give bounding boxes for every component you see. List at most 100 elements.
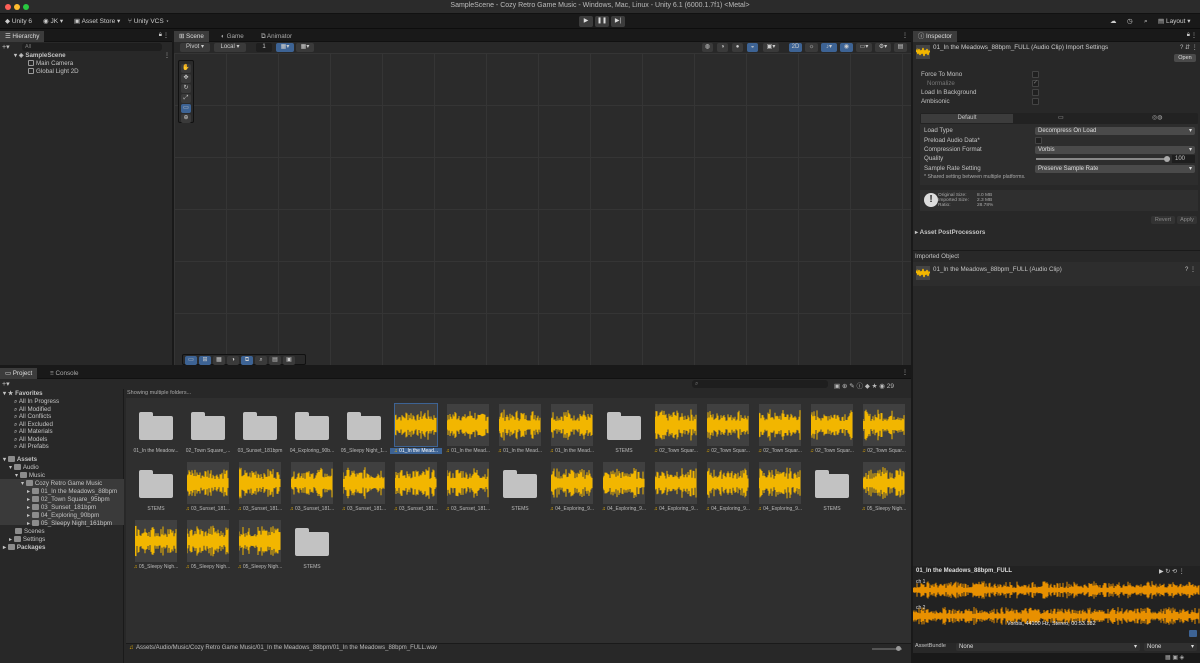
postprocessors-foldout[interactable]: ▸ Asset PostProcessors [915,228,985,237]
move-tool-icon[interactable]: ✥ [181,74,191,83]
overlay-tool-7-icon[interactable]: ▤ [269,356,281,365]
search-icon[interactable]: ⌕ [1144,16,1148,27]
folder-asset[interactable]: STEMS [600,404,648,462]
scene-root[interactable]: ▾ ◈ SampleScene [14,52,66,60]
add-asset-icon[interactable]: +▾ [2,380,10,388]
favorites-header[interactable]: ▾ ★ Favorites [3,390,43,398]
overlay-tool-2-icon[interactable]: ⊞ [199,356,211,365]
overlay-tool-3-icon[interactable]: ▦ [213,356,225,365]
compression-dropdown[interactable]: Vorbis ▾ [1035,146,1195,154]
scene-menu-icon[interactable]: ⋮ [164,52,170,59]
rotate-tool-icon[interactable]: ↻ [181,84,191,93]
overlay-tool-1-icon[interactable]: ▭ [185,356,197,365]
play-button[interactable]: ▶ [579,16,593,27]
sample-rate-dropdown[interactable]: Preserve Sample Rate ▾ [1035,165,1195,173]
wireframe-icon[interactable]: ◒ [747,43,758,52]
folder-asset[interactable]: 04_Exploring_90b... [288,404,336,462]
info-icon[interactable]: ⓘ [857,383,864,390]
audio-clip-asset[interactable]: ♫ 02_Town Squar... [756,404,804,462]
more-icon[interactable]: ⋮ [902,369,908,376]
open-button[interactable]: Open [1174,54,1196,62]
scene-viewport[interactable] [174,53,911,365]
audio-clip-asset[interactable]: ♫ 01_In the Mead... [496,404,544,462]
layout-button[interactable]: ▤ Layout ▾ [1158,16,1191,27]
lighting-icon[interactable]: ☼ [805,43,818,52]
preload-checkbox[interactable] [1035,137,1042,144]
tab-game[interactable]: ◐ Game [216,31,249,42]
autoplay-icon[interactable]: ⟲ [1172,569,1177,575]
assets-header[interactable]: ▾ Assets [3,456,37,464]
overlay-tool-5-icon[interactable]: ⧉ [241,356,253,365]
audio-clip-asset[interactable]: ♫ 05_Sleepy Nigh... [236,520,284,578]
normalize-checkbox[interactable]: ✓ [1032,80,1039,87]
audio-clip-asset[interactable]: ♫ 01_In the Mead... [444,404,492,462]
play-icon[interactable]: ▶ [1159,569,1164,575]
effects-icon[interactable]: ▤ [894,43,907,52]
audio-clip-asset[interactable]: ♫ 03_Sunset_181... [340,462,388,520]
assetbundle-dropdown[interactable]: None ▾ [956,643,1140,651]
tree-item-cozy[interactable]: ▾ Cozy Retro Game Music [21,480,102,488]
filter-label-icon[interactable]: ⊕ [842,383,847,390]
tree-item-scenes[interactable]: Scenes [15,528,45,536]
audio-clip-asset[interactable]: ♫ 01_In the Mead... [390,403,442,462]
grid-toggle-button[interactable]: ▦▾ [296,43,314,52]
ambisonic-checkbox[interactable] [1032,98,1039,105]
audio-clip-asset[interactable]: ♫ 03_Sunset_181... [236,462,284,520]
tree-item-sunset[interactable]: ▸ 03_Sunset_181bpm [27,504,96,512]
audio-clip-asset[interactable]: ♫ 04_Exploring_9... [652,462,700,520]
tree-item-town[interactable]: ▸ 02_Town Square_95bpm [27,496,110,504]
audio-icon[interactable]: ♪▾ [821,43,837,52]
audio-clip-asset[interactable]: ♫ 03_Sunset_181... [184,462,232,520]
force-to-mono-checkbox[interactable] [1032,71,1039,78]
apply-button[interactable]: Apply [1177,216,1197,224]
draw-mode-icon[interactable]: ◍ [702,43,713,52]
audio-clip-asset[interactable]: ♫ 04_Exploring_9... [704,462,752,520]
revert-button[interactable]: Revert [1151,216,1175,224]
zoom-slider[interactable] [872,646,902,651]
loop-icon[interactable]: ↻ [1165,569,1170,575]
tab-inspector[interactable]: ⓘ Inspector [913,31,957,42]
resize-handle-icon[interactable] [1189,630,1197,637]
assetbundle-variant-dropdown[interactable]: None ▾ [1144,643,1197,651]
audio-clip-asset[interactable]: ♫ 02_Town Squar... [860,404,908,462]
imported-object-icons[interactable]: ? ⋮ [1185,266,1196,273]
tree-item-exploring[interactable]: ▸ 04_Exploring_90bpm [27,512,99,520]
more-icon[interactable]: ⋮ [1191,32,1197,39]
audio-clip-asset[interactable]: ♫ 05_Sleepy Nigh... [132,520,180,578]
pivot-dropdown[interactable]: Pivot ▾ [180,43,210,52]
help-icon[interactable]: ? ⇵ ⋮ [1180,44,1198,51]
mode-2d-button[interactable]: 2D [789,43,802,52]
filter-tag-icon[interactable]: ✎ [849,383,854,390]
camera-icon[interactable]: ▭▾ [856,43,872,52]
folder-asset[interactable]: STEMS [808,462,856,520]
audio-clip-asset[interactable]: ♫ 02_Town Squar... [704,404,752,462]
step-button[interactable]: ▶| [611,16,625,27]
snap-field[interactable]: 1 [256,43,272,52]
audio-clip-asset[interactable]: ♫ 02_Town Squar... [808,404,856,462]
more-icon[interactable]: ⋮ [163,32,169,39]
zoom-slider-handle[interactable] [896,646,901,651]
hierarchy-item-main-camera[interactable]: Main Camera [28,60,73,68]
favorite-icon[interactable]: ★ [872,383,878,390]
audio-clip-asset[interactable]: ♫ 02_Town Squar... [652,404,700,462]
lock-icon[interactable]: 🔒︎ [1187,32,1190,39]
tree-item-sleepy[interactable]: ▸ 05_Sleepy Night_161bpm [27,520,112,528]
tree-item-meadows[interactable]: ▸ 01_In the Meadows_88bpm [27,488,117,496]
hierarchy-search-input[interactable]: All [22,43,162,51]
transform-tool-icon[interactable]: ⊕ [181,114,191,123]
audio-clip-asset[interactable]: ♫ 04_Exploring_9... [600,462,648,520]
history-icon[interactable]: ◷ [1127,16,1133,27]
tab-hierarchy[interactable]: ☰ Hierarchy [0,31,45,42]
standalone-platform-icon[interactable]: ▭ [1058,114,1064,121]
audio-clip-asset[interactable]: ♫ 05_Sleepy Nigh... [860,462,908,520]
audio-clip-asset[interactable]: ♫ 04_Exploring_9... [756,462,804,520]
folder-asset[interactable]: 05_Sleepy Night_1... [340,404,388,462]
folder-asset[interactable]: STEMS [288,520,336,578]
overlay-tool-8-icon[interactable]: ▣ [283,356,295,365]
audio-clip-asset[interactable]: ♫ 03_Sunset_181... [288,462,336,520]
audio-clip-asset[interactable]: ♫ 03_Sunset_181... [392,462,440,520]
overlay-tool-4-icon[interactable]: ◑ [227,356,239,365]
quality-slider[interactable] [1036,156,1170,162]
shading-icon[interactable]: ◑ [717,43,728,52]
folder-asset[interactable]: 03_Sunset_181bpm [236,404,284,462]
